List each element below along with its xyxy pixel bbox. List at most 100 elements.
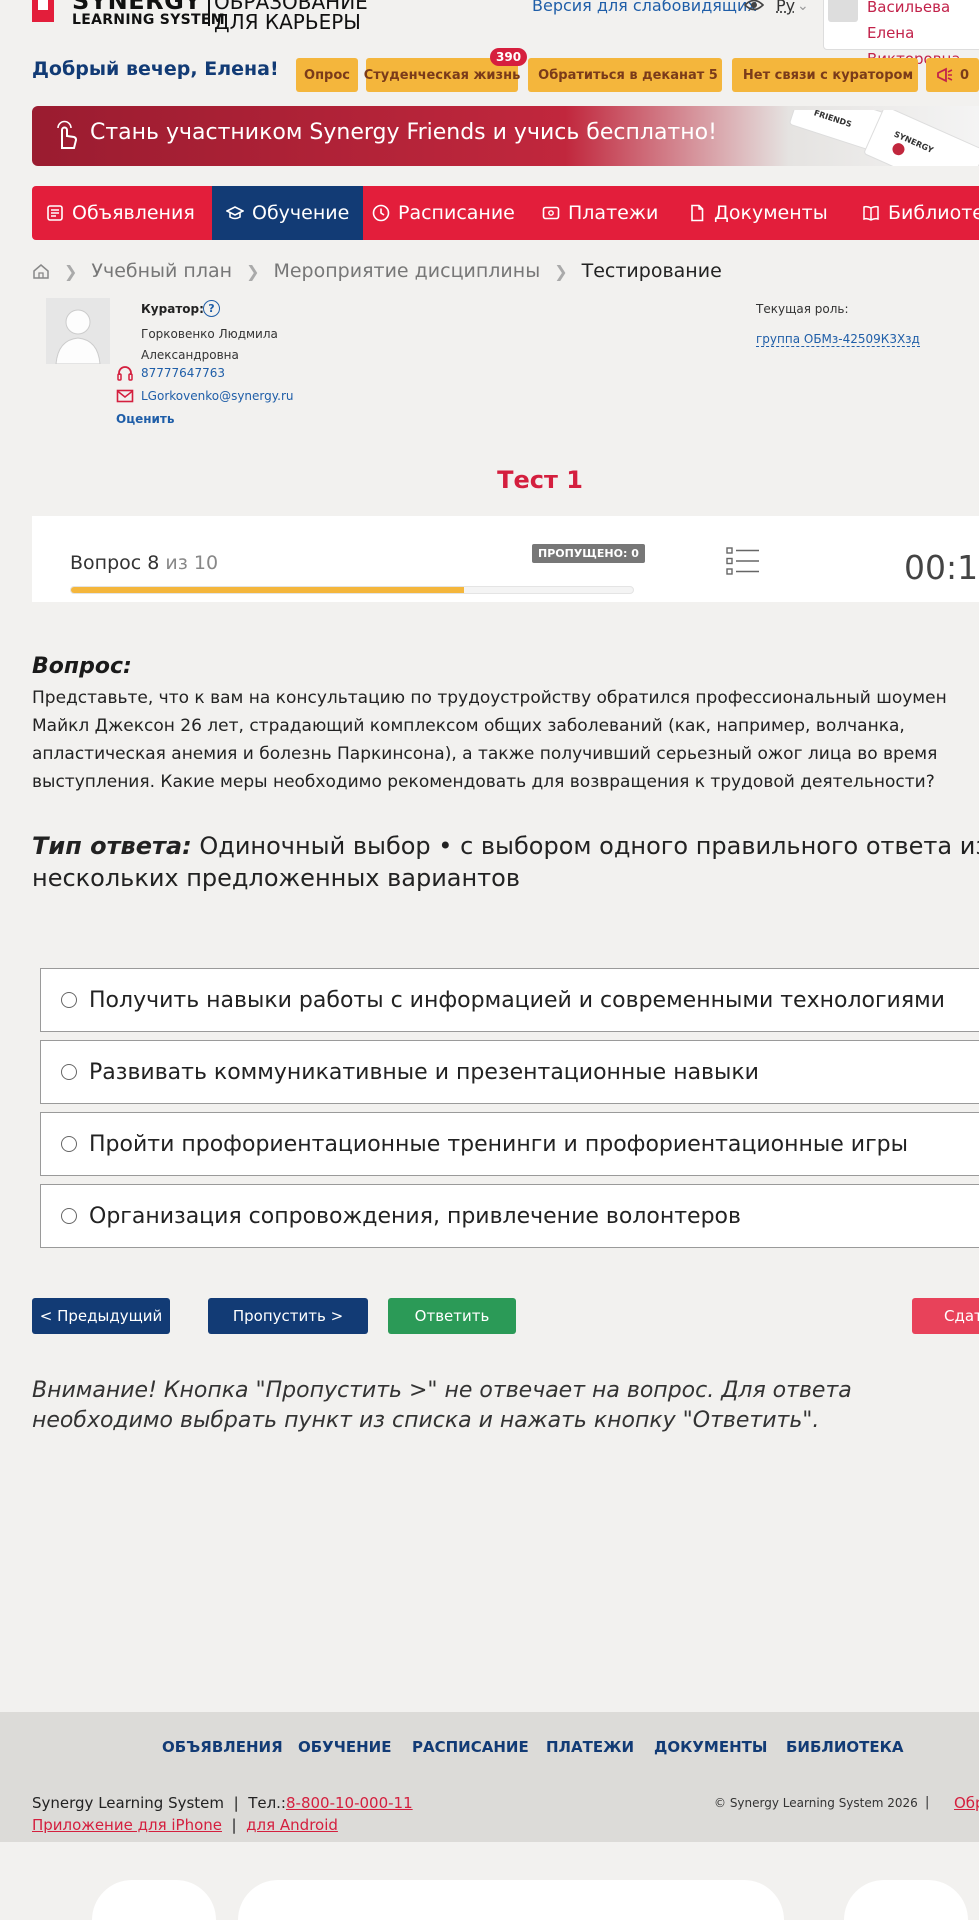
radio-button[interactable] bbox=[61, 1064, 77, 1080]
breadcrumb-curriculum[interactable]: Учебный план bbox=[91, 260, 232, 282]
bottom-bar-button[interactable] bbox=[92, 1880, 216, 1920]
footer-link-library[interactable]: БИБЛИОТЕКА bbox=[786, 1738, 904, 1756]
radio-button[interactable] bbox=[61, 1208, 77, 1224]
nav-item-label: Платежи bbox=[568, 202, 659, 224]
radio-button[interactable] bbox=[61, 992, 77, 1008]
banner-text: Стань участником Synergy Friends и учись… bbox=[90, 120, 717, 145]
logo-sub: LEARNING SYSTEM bbox=[72, 12, 225, 28]
breadcrumb: ❯ Учебный план ❯ Мероприятие дисциплины … bbox=[32, 260, 722, 282]
logo-text[interactable]: SYNERGY LEARNING SYSTEM bbox=[72, 0, 225, 28]
wallet-icon bbox=[542, 206, 560, 220]
progress-bar bbox=[70, 586, 634, 594]
breadcrumb-discipline-event[interactable]: Мероприятие дисциплины bbox=[273, 260, 540, 282]
footer-separator: | bbox=[231, 1816, 237, 1834]
nav-item-announcements[interactable]: Объявления bbox=[32, 186, 209, 240]
nav-item-label: Обучение bbox=[252, 202, 350, 224]
list-doc-icon bbox=[47, 205, 63, 221]
headset-icon bbox=[117, 366, 133, 381]
question-list-icon[interactable] bbox=[726, 546, 760, 576]
nav-item-label: Объявления bbox=[72, 202, 195, 224]
breadcrumb-current: Тестирование bbox=[581, 260, 722, 282]
footer-separator: | bbox=[233, 1794, 239, 1812]
greeting: Добрый вечер, Елена! bbox=[32, 58, 279, 80]
home-icon[interactable] bbox=[32, 262, 50, 280]
role-select[interactable]: группа ОБМз-42509К3Хзд bbox=[756, 332, 920, 347]
announcements-count: 0 bbox=[959, 67, 969, 83]
footer-separator: | bbox=[925, 1795, 930, 1810]
mail-icon bbox=[116, 389, 134, 403]
footer-link-learning[interactable]: ОБУЧЕНИЕ bbox=[298, 1738, 391, 1756]
user-name-first: Васильева Елена bbox=[867, 0, 951, 42]
clock-icon bbox=[372, 204, 390, 222]
nav-item-documents[interactable]: Документы bbox=[674, 186, 842, 240]
finish-button[interactable]: Сдать bbox=[912, 1298, 979, 1334]
curator-phone[interactable]: 87777647763 bbox=[141, 366, 225, 380]
student-life-button-label: Студенческая жизнь bbox=[363, 67, 521, 83]
logo-tagline-line-2: ДЛЯ КАРЬЕРЫ bbox=[214, 10, 361, 34]
chevron-right-icon: ❯ bbox=[554, 261, 568, 281]
answer-button[interactable]: Ответить bbox=[388, 1298, 516, 1334]
footer-feedback-link[interactable]: Обр bbox=[954, 1794, 979, 1812]
announcements-button[interactable]: 0 bbox=[926, 58, 979, 92]
curator-contact-button[interactable]: Нет связи с куратором bbox=[732, 58, 918, 92]
bottom-bar-button[interactable] bbox=[844, 1880, 968, 1920]
chevron-down-icon[interactable]: ⌄ bbox=[797, 0, 809, 14]
curator-label: Куратор: bbox=[141, 302, 204, 316]
role-label: Текущая роль: bbox=[756, 302, 849, 316]
previous-button[interactable]: < Предыдущий bbox=[32, 1298, 170, 1334]
nav-item-payments[interactable]: Платежи bbox=[528, 186, 672, 240]
answer-option[interactable]: Организация сопровождения, привлечение в… bbox=[40, 1184, 979, 1248]
notification-badge: 390 bbox=[490, 48, 528, 66]
answer-option[interactable]: Пройти профориентационные тренинги и про… bbox=[40, 1112, 979, 1176]
language-select[interactable]: Ру bbox=[776, 0, 795, 15]
skip-notice: Внимание! Кнопка "Пропустить >" не отвеч… bbox=[32, 1378, 852, 1433]
curator-contact-button-label: Нет связи с куратором bbox=[742, 67, 914, 83]
megaphone-icon bbox=[937, 67, 953, 83]
footer-system-name: Synergy Learning System bbox=[32, 1794, 225, 1812]
footer-phone[interactable]: 8-800-10-000-11 bbox=[286, 1794, 413, 1812]
iphone-app-link[interactable]: Приложение для iPhone bbox=[32, 1816, 222, 1834]
footer-link-payments[interactable]: ПЛАТЕЖИ bbox=[546, 1738, 634, 1756]
bottom-bar-address[interactable] bbox=[238, 1880, 784, 1920]
question-counter-of: из bbox=[165, 552, 188, 574]
answer-option-label: Пройти профориентационные тренинги и про… bbox=[89, 1131, 908, 1157]
skipped-badge: ПРОПУЩЕНО: 0 bbox=[532, 544, 645, 563]
question-counter-label: Вопрос bbox=[70, 552, 142, 574]
answer-option-label: Получить навыки работы с информацией и с… bbox=[89, 987, 945, 1013]
avatar[interactable] bbox=[828, 0, 858, 22]
question-counter-total: 10 bbox=[193, 552, 219, 574]
answer-option[interactable]: Получить навыки работы с информацией и с… bbox=[40, 968, 979, 1032]
footer-link-announcements[interactable]: ОБЪЯВЛЕНИЯ bbox=[162, 1738, 283, 1756]
hand-pointer-icon bbox=[57, 120, 77, 149]
accessibility-link[interactable]: Версия для слабовидящих bbox=[532, 0, 757, 15]
logo-mark[interactable] bbox=[32, 0, 54, 22]
nav-item-learning[interactable]: Обучение bbox=[212, 186, 364, 240]
android-app-link[interactable]: для Android bbox=[246, 1816, 338, 1834]
eye-icon[interactable] bbox=[744, 0, 764, 12]
survey-button-label: Опрос bbox=[304, 67, 350, 83]
dean-office-button[interactable]: Обратиться в деканат 5 bbox=[528, 58, 722, 92]
nav-item-label: Расписание bbox=[398, 202, 515, 224]
curator-email[interactable]: LGorkovenko@synergy.ru bbox=[141, 389, 294, 403]
skip-button[interactable]: Пропустить > bbox=[208, 1298, 368, 1334]
nav-item-library[interactable]: Библиотека bbox=[848, 186, 979, 240]
footer-link-documents[interactable]: ДОКУМЕНТЫ bbox=[654, 1738, 767, 1756]
nav-item-schedule[interactable]: Расписание bbox=[358, 186, 529, 240]
chevron-right-icon: ❯ bbox=[246, 261, 260, 281]
curator-photo bbox=[46, 298, 110, 364]
survey-button[interactable]: Опрос bbox=[296, 58, 358, 92]
answer-option-label: Развивать коммуникативные и презентацион… bbox=[89, 1059, 759, 1085]
graduation-cap-icon bbox=[226, 206, 244, 220]
help-icon[interactable]: ? bbox=[203, 300, 220, 317]
chevron-right-icon: ❯ bbox=[64, 261, 78, 281]
footer-system-info: Synergy Learning System | Тел.:8-800-10-… bbox=[32, 1794, 413, 1812]
footer-copyright: © Synergy Learning System 2026 bbox=[714, 1796, 918, 1810]
footer-link-schedule[interactable]: РАСПИСАНИЕ bbox=[412, 1738, 529, 1756]
book-icon bbox=[863, 205, 879, 221]
banner-cards-illustration: FRIENDS SYNERGY bbox=[789, 110, 979, 166]
rate-curator-link[interactable]: Оценить bbox=[116, 412, 174, 426]
answer-option[interactable]: Развивать коммуникативные и презентацион… bbox=[40, 1040, 979, 1104]
nav-item-label: Библиотека bbox=[888, 202, 979, 224]
curator-name: Горковенко Людмила Александровна bbox=[141, 327, 278, 362]
radio-button[interactable] bbox=[61, 1136, 77, 1152]
